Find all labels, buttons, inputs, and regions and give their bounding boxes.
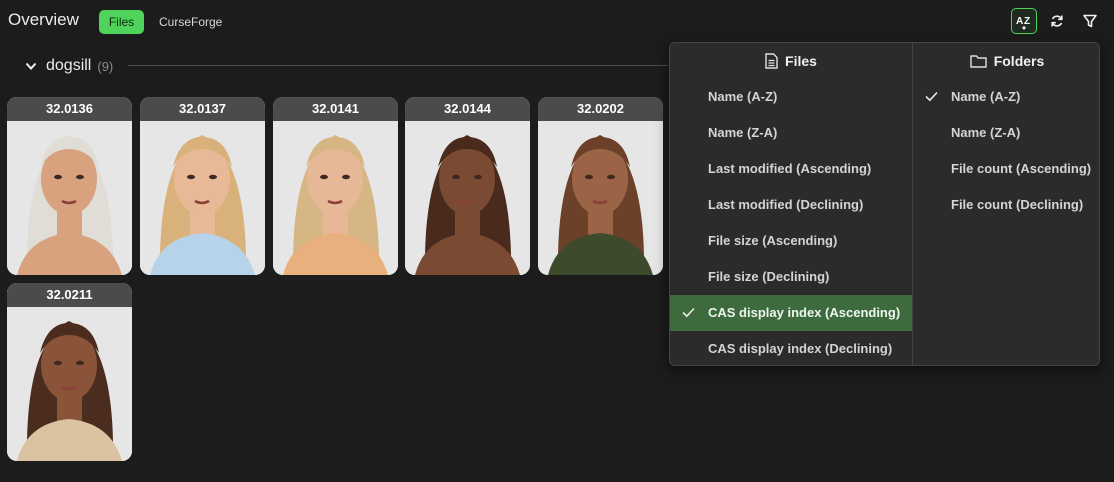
sort-option-label: Name (A-Z): [951, 89, 1021, 104]
folders-heading-label: Folders: [993, 53, 1045, 69]
sort-az-icon: A Z: [1016, 16, 1030, 30]
tab-files[interactable]: Files: [99, 10, 144, 34]
portrait-image: [140, 97, 265, 275]
sort-option-label: Last modified (Ascending): [708, 161, 872, 176]
cas-thumbnail-card[interactable]: 32.0211: [7, 283, 132, 461]
cas-index-label: 32.0141: [273, 97, 398, 121]
top-bar: Overview Files CurseForge A Z: [0, 0, 1114, 42]
cas-thumbnail-card[interactable]: 32.0137: [140, 97, 265, 275]
files-sort-option[interactable]: CAS display index (Declining): [670, 331, 912, 365]
folder-icon: [970, 55, 987, 68]
refresh-icon: [1051, 15, 1063, 27]
portrait-image: [7, 283, 132, 461]
folders-sort-option[interactable]: Name (Z-A): [913, 115, 1099, 151]
files-heading-label: Files: [785, 53, 817, 69]
files-sort-option[interactable]: CAS display index (Ascending): [670, 295, 912, 331]
check-icon: [682, 307, 695, 318]
folders-heading: Folders: [913, 43, 1099, 79]
sort-option-label: Name (Z-A): [708, 125, 778, 140]
folders-sort-option[interactable]: Name (A-Z): [913, 79, 1099, 115]
sort-menu: Files Name (A-Z) Name (Z-A) Last modified …: [669, 42, 1100, 366]
sort-option-label: Last modified (Declining): [708, 197, 864, 212]
check-icon: [925, 91, 938, 102]
folders-sort-option[interactable]: File count (Ascending): [913, 151, 1099, 187]
group-divider: [128, 65, 688, 66]
portrait-image: [7, 97, 132, 275]
folder-name: dogsill: [46, 57, 92, 74]
tab-curseforge[interactable]: CurseForge: [149, 10, 232, 34]
refresh-button[interactable]: [1044, 8, 1070, 34]
sort-option-label: Name (A-Z): [708, 89, 778, 104]
sort-button[interactable]: A Z: [1011, 8, 1037, 34]
files-sort-option[interactable]: Last modified (Ascending): [670, 151, 912, 187]
cas-index-label: 32.0202: [538, 97, 663, 121]
cas-thumbnail-card[interactable]: 32.0136: [7, 97, 132, 275]
files-heading: Files: [670, 43, 912, 79]
files-sort-option[interactable]: Name (Z-A): [670, 115, 912, 151]
sort-option-label: File size (Ascending): [708, 233, 838, 248]
cas-index-label: 32.0211: [7, 283, 132, 307]
chevron-down-icon[interactable]: [24, 59, 38, 73]
filter-icon: [1083, 14, 1097, 28]
page-title: Overview: [8, 10, 79, 29]
folder-group-header[interactable]: dogsill (9): [24, 55, 113, 77]
files-sort-option[interactable]: File size (Declining): [670, 259, 912, 295]
sort-option-label: File count (Declining): [951, 197, 1084, 212]
sort-option-label: CAS display index (Ascending): [708, 305, 901, 320]
svg-text:Z: Z: [1024, 16, 1030, 27]
filter-button[interactable]: [1077, 8, 1103, 34]
cas-thumbnail-card[interactable]: 32.0202: [538, 97, 663, 275]
sort-option-label: File count (Ascending): [951, 161, 1092, 176]
files-sort-option[interactable]: File size (Ascending): [670, 223, 912, 259]
sort-option-label: File size (Declining): [708, 269, 830, 284]
cas-thumbnail-card[interactable]: 32.0144: [405, 97, 530, 275]
portrait-image: [273, 97, 398, 275]
cas-index-label: 32.0144: [405, 97, 530, 121]
sort-folders-column: Folders Name (A-Z) Name (Z-A) File count (…: [912, 43, 1099, 365]
files-sort-option[interactable]: Name (A-Z): [670, 79, 912, 115]
portrait-image: [538, 97, 663, 275]
sort-files-column: Files Name (A-Z) Name (Z-A) Last modified …: [670, 43, 912, 365]
portrait-image: [405, 97, 530, 275]
cas-thumbnail-card[interactable]: 32.0141: [273, 97, 398, 275]
folder-count: (9): [97, 58, 114, 74]
svg-text:A: A: [1016, 16, 1023, 27]
files-sort-option[interactable]: Last modified (Declining): [670, 187, 912, 223]
file-icon: [765, 53, 778, 69]
sort-option-label: Name (Z-A): [951, 125, 1021, 140]
cas-index-label: 32.0137: [140, 97, 265, 121]
folders-sort-option[interactable]: File count (Declining): [913, 187, 1099, 223]
sort-option-label: CAS display index (Declining): [708, 341, 893, 356]
cas-index-label: 32.0136: [7, 97, 132, 121]
